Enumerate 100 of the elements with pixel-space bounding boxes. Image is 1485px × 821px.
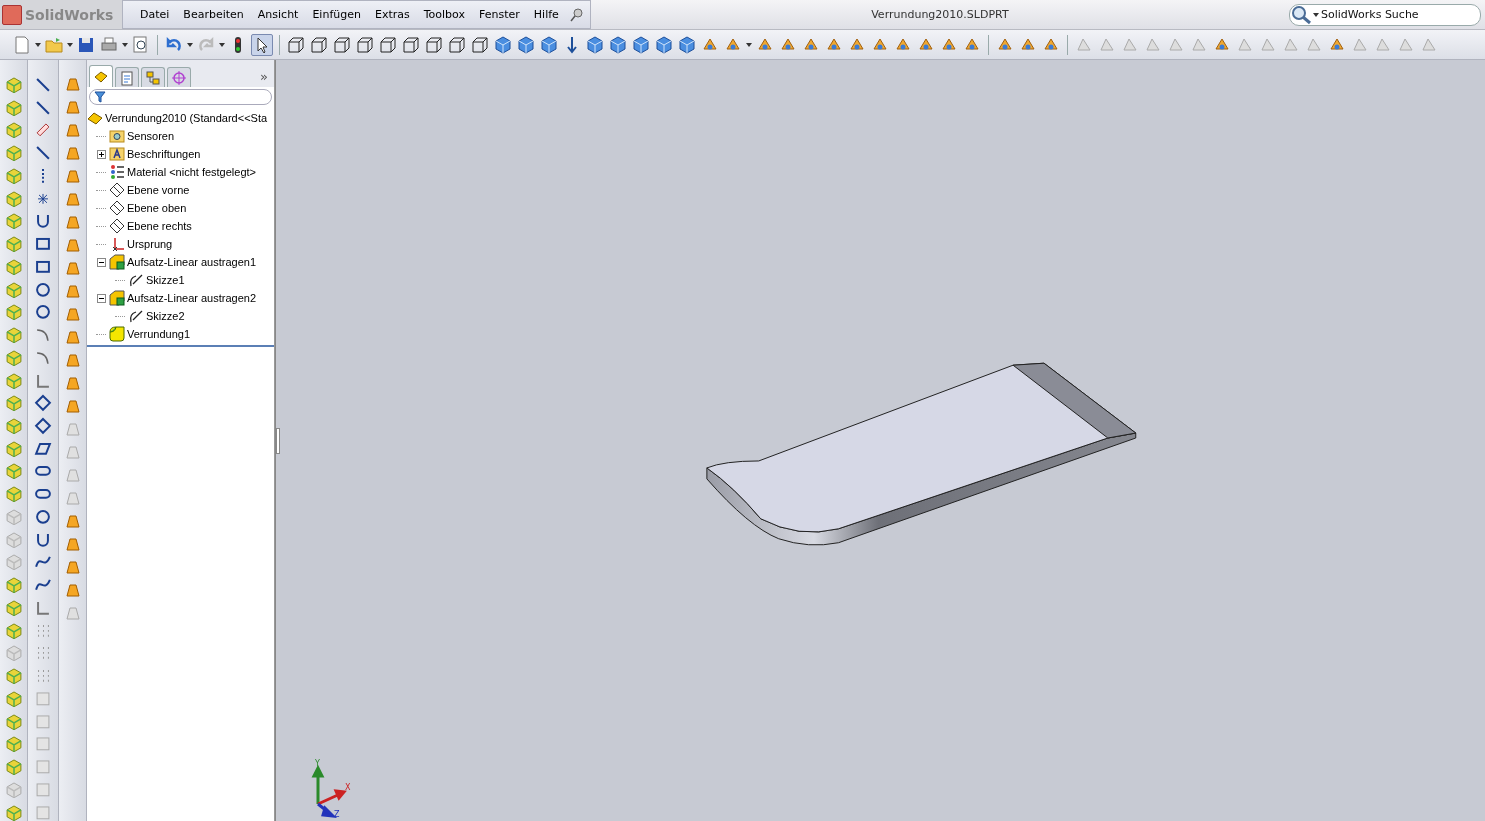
feature-tool-icon[interactable] — [63, 145, 82, 163]
diamond-icon[interactable] — [34, 417, 52, 435]
tree-item[interactable]: Skizze2 — [146, 310, 185, 322]
pin-icon[interactable] — [569, 7, 584, 22]
block-icon[interactable] — [4, 439, 23, 458]
line-icon[interactable] — [34, 144, 52, 162]
tree-item[interactable]: Verrundung2010 (Standard<<Sta — [105, 112, 268, 124]
menu-item[interactable]: Fenster — [472, 8, 527, 21]
cube-icon[interactable] — [516, 34, 536, 55]
block-icon[interactable] — [4, 758, 23, 776]
block-icon[interactable] — [4, 621, 23, 640]
expand-panel-button[interactable]: » — [260, 68, 268, 84]
target-tab[interactable] — [167, 67, 191, 87]
line-icon[interactable] — [34, 76, 52, 94]
cube-icon[interactable] — [677, 34, 697, 55]
feature-tool-icon[interactable] — [63, 559, 82, 577]
feature-tool-icon[interactable] — [63, 513, 82, 531]
search-field[interactable]: SolidWorks Suche — [1289, 3, 1481, 26]
feature-tool-icon[interactable] — [63, 306, 82, 324]
expand-toggle[interactable] — [96, 293, 106, 303]
caret-icon[interactable] — [187, 42, 193, 47]
block-icon[interactable] — [4, 803, 23, 821]
tree-item[interactable]: Verrundung1 — [127, 328, 190, 340]
menu-item[interactable]: Einfügen — [305, 8, 368, 21]
cube-icon[interactable] — [585, 34, 605, 55]
feature-tool-icon[interactable] — [63, 168, 82, 186]
feature-tool-icon[interactable] — [63, 329, 82, 347]
block-icon[interactable] — [4, 576, 23, 594]
cube-icon[interactable] — [539, 34, 559, 55]
cube-icon[interactable] — [631, 34, 651, 55]
caret-icon[interactable] — [1313, 12, 1319, 17]
block-icon[interactable] — [4, 394, 23, 412]
feature-tool-icon[interactable] — [63, 398, 82, 416]
feature-tool-icon[interactable] — [63, 191, 82, 209]
expand-toggle[interactable] — [96, 149, 106, 159]
menu-item[interactable]: Ansicht — [250, 8, 306, 21]
block-icon[interactable] — [4, 348, 23, 367]
menu-item[interactable]: Hilfe — [526, 8, 566, 21]
pointer-icon[interactable] — [251, 33, 273, 56]
block-icon[interactable] — [4, 326, 23, 344]
feature-tree-tab[interactable] — [89, 65, 113, 87]
feature-tool-icon[interactable] — [63, 237, 82, 255]
tree-item[interactable]: Ursprung — [127, 238, 173, 250]
diamond-icon[interactable] — [34, 394, 52, 412]
block-icon[interactable] — [4, 121, 23, 140]
tree-item[interactable]: Aufsatz-Linear austragen2 — [127, 292, 257, 304]
block-icon[interactable] — [4, 689, 23, 708]
collapse-handle[interactable] — [276, 427, 280, 454]
caret-icon[interactable] — [67, 42, 73, 47]
wireframe-cube-icon[interactable] — [355, 34, 375, 55]
cube-icon[interactable] — [608, 34, 628, 55]
block-icon[interactable] — [4, 98, 23, 117]
feature-tool-icon[interactable] — [63, 536, 82, 554]
block-icon[interactable] — [4, 485, 23, 503]
configuration-tab[interactable] — [141, 67, 165, 87]
tree-item[interactable]: Sensoren — [127, 130, 175, 142]
caret-icon[interactable] — [219, 42, 225, 47]
menu-item[interactable]: Toolbox — [416, 8, 472, 21]
tree-item[interactable]: Material <nicht festgelegt> — [127, 166, 257, 178]
u-curve-icon[interactable] — [34, 212, 52, 231]
circle-icon[interactable] — [34, 280, 52, 299]
feature-tool-icon[interactable] — [63, 99, 82, 117]
tree-item[interactable]: Beschriftungen — [127, 148, 201, 160]
menu-item[interactable]: Bearbeiten — [176, 8, 251, 21]
wireframe-cube-icon[interactable] — [401, 34, 421, 55]
feature-tool-icon[interactable] — [63, 260, 82, 278]
feature-tool-icon[interactable] — [63, 122, 82, 140]
tree-item[interactable]: Ebene vorne — [127, 184, 190, 196]
block-icon[interactable] — [4, 166, 23, 185]
feature-tool-icon[interactable] — [63, 375, 82, 393]
wireframe-cube-icon[interactable] — [309, 34, 329, 55]
wireframe-cube-icon[interactable] — [470, 34, 490, 55]
feature-tool-icon[interactable] — [63, 582, 82, 600]
wireframe-cube-icon[interactable] — [447, 34, 467, 55]
menu-item[interactable]: Datei — [133, 8, 177, 21]
tree-item[interactable]: Aufsatz-Linear austragen1 — [127, 256, 257, 268]
block-icon[interactable] — [4, 235, 23, 253]
block-icon[interactable] — [4, 598, 23, 617]
circle-icon[interactable] — [34, 507, 52, 526]
arc-icon[interactable] — [34, 326, 52, 344]
circle-icon[interactable] — [34, 303, 52, 322]
tree-item[interactable]: Ebene oben — [127, 202, 187, 214]
property-tab[interactable] — [115, 67, 139, 87]
menu-item[interactable]: Extras — [367, 8, 417, 21]
feature-tool-icon[interactable] — [63, 214, 82, 232]
part-drawing[interactable] — [706, 362, 1137, 546]
block-icon[interactable] — [4, 735, 23, 754]
tree-item[interactable]: Skizze1 — [146, 274, 185, 286]
rectangle-icon[interactable] — [34, 235, 52, 253]
wireframe-cube-icon[interactable] — [424, 34, 444, 55]
feature-tool-icon[interactable] — [63, 76, 82, 94]
expand-toggle[interactable] — [96, 257, 106, 267]
block-icon[interactable] — [4, 303, 23, 322]
block-icon[interactable] — [4, 280, 23, 299]
block-icon[interactable] — [4, 189, 23, 208]
block-icon[interactable] — [4, 371, 23, 390]
block-icon[interactable] — [4, 712, 23, 731]
block-icon[interactable] — [4, 667, 23, 685]
tree-item[interactable]: Ebene rechts — [127, 220, 192, 232]
wireframe-cube-icon[interactable] — [286, 34, 306, 55]
